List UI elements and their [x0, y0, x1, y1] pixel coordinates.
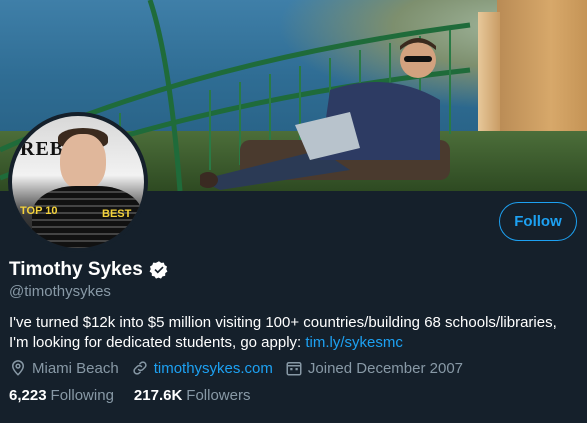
joined-item: Joined December 2007: [285, 359, 463, 377]
avatar-face: [60, 134, 106, 190]
banner-person: [200, 38, 450, 190]
profile-bio: I've turned $12k into $5 million visitin…: [9, 313, 579, 353]
following-count: 6,223: [9, 387, 47, 404]
profile-avatar[interactable]: REBEL TOP 10 BEST: [8, 112, 148, 252]
follow-button[interactable]: Follow: [499, 202, 577, 241]
profile-stats: 6,223 Following 217.6K Followers: [9, 387, 270, 404]
following-stat[interactable]: 6,223 Following: [9, 387, 114, 404]
location-item: Miami Beach: [9, 359, 119, 377]
profile-name-row: Timothy Sykes: [9, 259, 169, 281]
bio-link[interactable]: tim.ly/sykesmc: [305, 334, 403, 351]
bio-text: I've turned $12k into $5 million visitin…: [9, 314, 557, 351]
avatar-badge-right: BEST: [102, 208, 132, 220]
website-link[interactable]: timothysykes.com: [154, 360, 273, 377]
location-text: Miami Beach: [32, 359, 119, 377]
followers-label: Followers: [186, 387, 251, 404]
following-label: Following: [50, 387, 114, 404]
location-pin-icon: [11, 360, 25, 376]
verified-badge-icon: [149, 261, 168, 279]
avatar-badge-left: TOP 10: [20, 205, 58, 217]
display-name: Timothy Sykes: [9, 259, 143, 280]
website-item[interactable]: timothysykes.com: [131, 359, 273, 377]
link-icon: [133, 361, 147, 375]
profile-meta: Miami Beach timothysykes.com Joined Dece…: [9, 359, 475, 377]
profile-handle: @timothysykes: [9, 283, 111, 300]
joined-text: Joined December 2007: [307, 359, 464, 377]
calendar-icon: [286, 362, 302, 376]
followers-count: 217.6K: [133, 387, 183, 404]
followers-stat[interactable]: 217.6K Followers: [134, 387, 251, 404]
